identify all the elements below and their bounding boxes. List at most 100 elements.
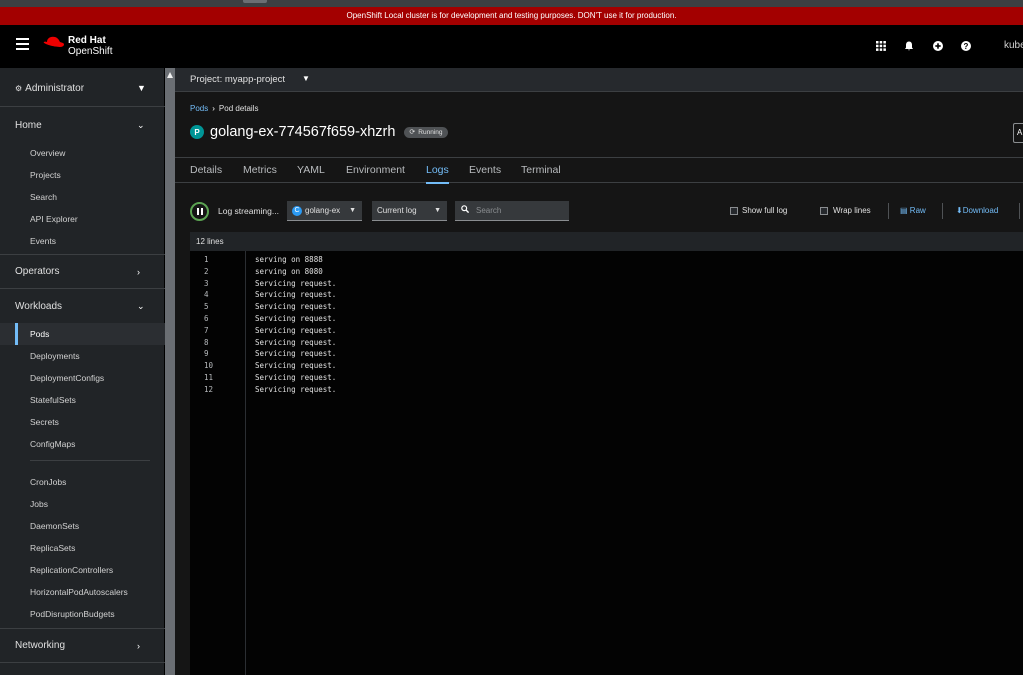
breadcrumb: Pods › Pod details — [190, 104, 259, 113]
sidebar-item-projects[interactable]: Projects — [0, 164, 165, 186]
search-placeholder: Search — [476, 206, 502, 215]
pod-resource-badge: P — [190, 125, 204, 139]
show-full-log-label[interactable]: Show full log — [742, 206, 787, 215]
sidebar-item-events[interactable]: Events — [0, 230, 165, 252]
log-line-number: 3 — [204, 278, 209, 288]
tab-yaml[interactable]: YAML — [297, 164, 325, 176]
log-line-number: 10 — [204, 361, 214, 371]
log-type-select[interactable]: Current log ▼ — [372, 201, 447, 221]
sidebar-item-cronjobs[interactable]: CronJobs — [0, 471, 165, 493]
log-line-number: 6 — [204, 314, 209, 323]
nav-header-operators[interactable]: Operators › — [0, 255, 165, 289]
sidebar-item-search[interactable]: Search — [0, 186, 165, 208]
search-icon — [461, 201, 470, 220]
nav-header-home[interactable]: Home ⌄ — [0, 108, 165, 142]
help-icon[interactable]: ? — [960, 40, 972, 52]
perspective-label: Administrator — [25, 83, 85, 94]
nav-header-label: Networking — [15, 640, 66, 651]
perspective-switcher[interactable]: ⚙ Administrator ▼ — [0, 71, 165, 107]
actions-button[interactable]: A — [1013, 123, 1023, 143]
sync-icon: ⟳ — [409, 129, 416, 136]
log-search-input[interactable]: Search — [455, 201, 569, 221]
caret-down-icon: ▼ — [349, 207, 356, 214]
line-number-gutter — [190, 251, 246, 675]
caret-down-icon: ▼ — [302, 74, 310, 83]
log-line-text: Servicing request. — [255, 325, 337, 335]
nav-header-label: Operators — [15, 266, 60, 277]
sidebar-item-replicasets[interactable]: ReplicaSets — [0, 537, 165, 559]
cogs-icon: ⚙ — [15, 84, 23, 93]
hamburger-menu-icon[interactable] — [16, 38, 29, 52]
brand-line-1: Red Hat — [68, 35, 106, 46]
breadcrumb-link-pods[interactable]: Pods — [190, 104, 208, 113]
sidebar-item-poddisruptionbudgets[interactable]: PodDisruptionBudgets — [0, 603, 165, 625]
tab-events[interactable]: Events — [469, 164, 501, 176]
chevron-right-icon: › — [137, 267, 140, 277]
sidebar-scrollbar[interactable] — [165, 68, 175, 675]
log-line-text: Servicing request. — [255, 302, 337, 312]
download-button[interactable]: ⬇Download — [956, 206, 998, 215]
log-line-number: 7 — [204, 325, 209, 335]
sidebar-item-daemonsets[interactable]: DaemonSets — [0, 515, 165, 537]
raw-button[interactable]: ▤ Raw — [900, 206, 926, 215]
log-line-number: 12 — [204, 384, 214, 394]
nav-section-networking: Networking › — [0, 628, 165, 663]
tab-metrics[interactable]: Metrics — [243, 164, 277, 176]
project-selector[interactable]: Project: myapp-project ▼ — [175, 68, 1023, 92]
plus-circle-icon[interactable] — [932, 40, 944, 52]
sidebar-item-configmaps[interactable]: ConfigMaps — [0, 433, 165, 455]
sidebar-item-replicationcontrollers[interactable]: ReplicationControllers — [0, 559, 165, 581]
container-select-value: golang-ex — [305, 206, 341, 215]
nav-header-label: Home — [15, 119, 42, 131]
log-toolbar: Log streaming... Cgolang-ex ▼ Current lo… — [190, 200, 1023, 222]
caret-down-icon: ▼ — [137, 83, 146, 93]
sidebar-item-statefulsets[interactable]: StatefulSets — [0, 389, 165, 411]
window-icon: ▤ — [900, 206, 908, 215]
sidebar-item-horizontalpodautoscalers[interactable]: HorizontalPodAutoscalers — [0, 581, 165, 603]
wrap-lines-label[interactable]: Wrap lines — [833, 206, 871, 215]
breadcrumb-separator-icon: › — [212, 104, 215, 113]
log-line-text: serving on 8888 — [255, 255, 323, 264]
tab-terminal[interactable]: Terminal — [521, 164, 561, 176]
bell-icon[interactable] — [903, 40, 915, 52]
tab-environment[interactable]: Environment — [346, 164, 405, 176]
sidebar-item-secrets[interactable]: Secrets — [0, 411, 165, 433]
nav-section-home: Home ⌄ Overview Projects Search API Expl… — [0, 108, 165, 252]
window-handle[interactable] — [243, 0, 267, 3]
sidebar-item-deployments[interactable]: Deployments — [0, 345, 165, 367]
brand-line-2: OpenShift — [68, 46, 113, 57]
log-window[interactable]: 1 serving on 8888 2 serving on 8080 3 Servici… — [190, 251, 1023, 675]
log-line-number: 1 — [204, 255, 209, 264]
chevron-down-icon: ⌄ — [137, 301, 145, 311]
grid-icon[interactable] — [875, 40, 887, 52]
toolbar-separator — [888, 203, 889, 219]
pause-streaming-button[interactable] — [190, 202, 209, 221]
tab-details[interactable]: Details — [190, 164, 222, 176]
container-select[interactable]: Cgolang-ex ▼ — [287, 201, 362, 221]
wrap-lines-checkbox[interactable] — [820, 207, 828, 215]
log-line-number: 8 — [204, 337, 209, 347]
log-line-text: serving on 8080 — [255, 266, 323, 276]
sidebar-item-pods[interactable]: Pods — [0, 323, 165, 345]
log-line-text: Servicing request. — [255, 384, 337, 394]
log-line-number: 9 — [204, 349, 209, 359]
breadcrumb-current: Pod details — [218, 104, 259, 113]
sidebar-item-overview[interactable]: Overview — [0, 142, 165, 164]
main-content: Project: myapp-project ▼ Pods › Pod detail… — [175, 68, 1023, 675]
nav-section-operators: Operators › — [0, 254, 165, 289]
log-line-number: 11 — [204, 373, 214, 382]
nav-header-workloads[interactable]: Workloads ⌄ — [0, 289, 165, 323]
openshift-logo[interactable]: Red Hat OpenShift — [43, 34, 123, 60]
sidebar-item-api-explorer[interactable]: API Explorer — [0, 208, 165, 230]
log-line-number: 4 — [204, 290, 209, 300]
log-line-text: Servicing request. — [255, 314, 337, 323]
scroll-up-arrow-icon[interactable] — [167, 72, 173, 78]
log-line-number: 2 — [204, 266, 209, 276]
sidebar-item-jobs[interactable]: Jobs — [0, 493, 165, 515]
tab-logs[interactable]: Logs — [426, 164, 449, 184]
nav-header-networking[interactable]: Networking › — [0, 629, 165, 663]
sidebar-item-deploymentconfigs[interactable]: DeploymentConfigs — [0, 367, 165, 389]
show-full-log-checkbox[interactable] — [730, 207, 738, 215]
svg-text:?: ? — [964, 42, 969, 51]
user-menu[interactable]: kube — [1004, 40, 1023, 51]
